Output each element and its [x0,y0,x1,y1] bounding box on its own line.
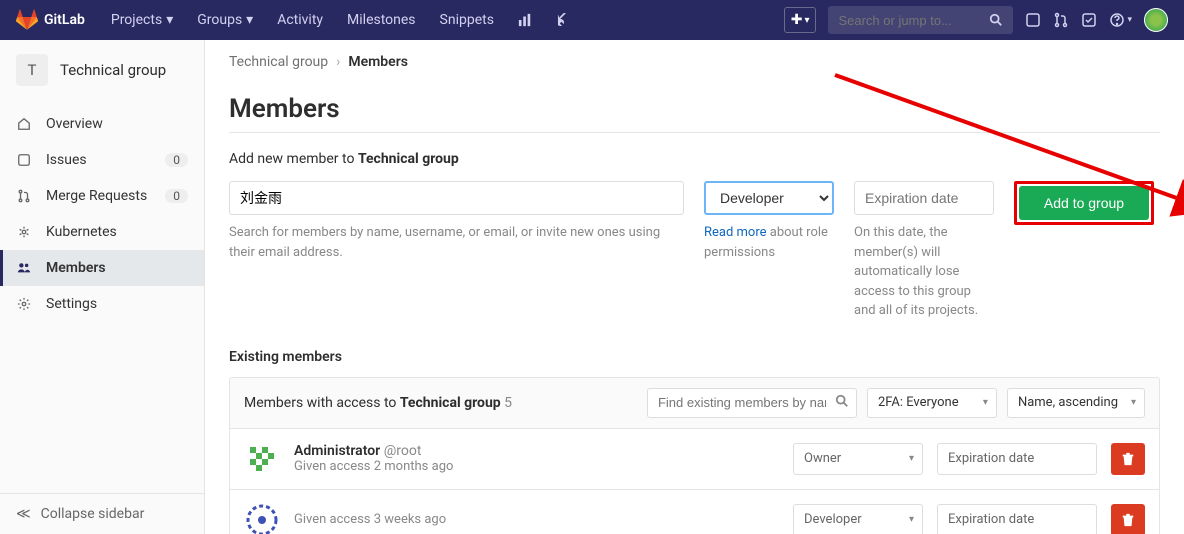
read-more-link[interactable]: Read more [704,225,767,240]
search-icon [835,394,849,412]
plus-icon: ✚ [791,12,803,28]
user-avatar[interactable] [1144,8,1168,32]
home-icon [16,117,32,131]
member-role-select[interactable]: Developer [793,504,923,534]
member-expiration-input[interactable]: Expiration date [937,443,1097,475]
sidebar-item-members[interactable]: Members [0,250,204,286]
search-icon [989,13,1003,27]
nav-projects[interactable]: Projects▾ [101,4,183,36]
member-name[interactable]: Administrator [294,443,380,459]
page-title: Members [229,94,1160,124]
filter-label: Members with access to Technical group 5 [244,395,512,411]
expiration-input[interactable] [854,181,994,215]
group-title: Technical group [60,61,166,79]
expiration-help: On this date, the member(s) will automat… [854,223,994,321]
topbar: GitLab Projects▾ Groups▾ Activity Milest… [0,0,1184,40]
member-expiration-input[interactable]: Expiration date [937,504,1097,534]
issues-icon[interactable] [1025,12,1041,28]
member-row: Administrator @root Given access 2 month… [229,429,1160,490]
issues-icon [16,153,32,167]
todos-icon[interactable] [1081,12,1097,28]
collapse-sidebar[interactable]: ≪ Collapse sidebar [0,493,204,534]
sidebar-item-overview[interactable]: Overview [0,106,204,142]
breadcrumb-current: Members [348,54,408,70]
add-to-group-button[interactable]: Add to group [1019,186,1149,220]
member-row: Given access 3 weeks ago Developer Expir… [229,490,1160,534]
chevron-down-icon: ▾ [166,12,173,28]
nav-groups[interactable]: Groups▾ [187,4,263,36]
members-icon [16,261,32,275]
breadcrumb: Technical group › Members [229,54,1160,70]
delete-member-button[interactable] [1111,504,1145,534]
nav-milestones[interactable]: Milestones [337,4,426,36]
nav-graph-icon[interactable] [508,4,542,36]
role-help: Read more about role permissions [704,223,834,262]
sidebar: T Technical group Overview Issues0 Merge… [0,40,205,534]
divider [229,132,1160,133]
add-member-label: Add new member to Technical group [229,151,1160,167]
sidebar-item-mr[interactable]: Merge Requests0 [0,178,204,214]
kubernetes-icon [16,225,32,239]
mr-badge: 0 [165,189,188,203]
merge-request-icon [16,189,32,203]
filter-search-input[interactable] [647,388,857,418]
gitlab-icon [16,9,38,31]
member-role-select[interactable]: Owner [793,443,923,475]
chevron-left-icon: ≪ [16,506,31,522]
member-avatar [244,502,280,534]
gear-icon [16,297,32,311]
filter-bar: Members with access to Technical group 5… [229,377,1160,429]
nav-activity[interactable]: Activity [267,4,333,36]
member-avatar [244,441,280,477]
merge-request-icon[interactable] [1053,12,1069,28]
member-handle: @root [384,443,422,459]
help-icon[interactable]: ▾ [1109,12,1132,28]
nav-snippets[interactable]: Snippets [430,4,504,36]
member-search-help: Search for members by name, username, or… [229,223,684,262]
highlight-box: Add to group [1014,181,1154,225]
plus-button[interactable]: ✚▾ [784,7,817,33]
filter-sort-select[interactable]: Name, ascending [1007,388,1145,418]
sidebar-header[interactable]: T Technical group [0,40,204,100]
chevron-down-icon: ▾ [804,15,809,26]
delete-member-button[interactable] [1111,443,1145,475]
sidebar-item-kubernetes[interactable]: Kubernetes [0,214,204,250]
role-select[interactable]: Developer [704,181,834,215]
trash-icon [1121,452,1135,466]
top-right: ✚▾ ▾ [784,6,1168,34]
sidebar-item-settings[interactable]: Settings [0,286,204,322]
filter-search[interactable] [647,388,857,418]
search-input[interactable] [838,13,989,28]
breadcrumb-separator: › [336,54,340,70]
top-nav: Projects▾ Groups▾ Activity Milestones Sn… [101,4,580,36]
member-sub: Given access 2 months ago [294,459,779,474]
search-box[interactable] [828,6,1013,34]
breadcrumb-group[interactable]: Technical group [229,54,328,70]
trash-icon [1121,513,1135,527]
issues-badge: 0 [165,153,188,167]
group-avatar: T [16,54,48,86]
brand-text: GitLab [44,12,85,28]
nav-wrench-icon[interactable] [546,4,580,36]
gitlab-logo[interactable]: GitLab [16,9,85,31]
sidebar-item-issues[interactable]: Issues0 [0,142,204,178]
filter-2fa-select[interactable]: 2FA: Everyone [867,388,997,418]
existing-members-title: Existing members [229,349,1160,365]
member-sub: Given access 3 weeks ago [294,512,779,527]
chevron-down-icon: ▾ [246,12,253,28]
member-search-input[interactable] [229,181,684,215]
main-content: Technical group › Members Members Add ne… [205,40,1184,534]
